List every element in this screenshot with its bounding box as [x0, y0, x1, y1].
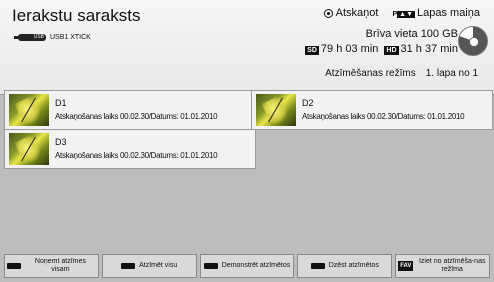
- file-meta: Atskaņošanas laiks 00.02.30/Datums: 01.0…: [302, 112, 465, 121]
- fav-key-icon: FAV: [398, 261, 414, 271]
- delete-marked-button[interactable]: Dzēst atzīmētos: [297, 254, 393, 278]
- green-key-icon: [121, 263, 136, 269]
- red-key-icon: [7, 263, 21, 269]
- show-marked-button[interactable]: Demonstrēt atzīmētos: [199, 254, 295, 278]
- blue-key-icon: [310, 263, 325, 269]
- device-indicator: USB USB1 XTICK: [14, 34, 91, 41]
- hd-time: HD 31 h 37 min: [384, 43, 458, 55]
- sd-badge: SD: [305, 46, 319, 55]
- action-bar: Noņemt atzīmes visam Atzīmēt visu Demons…: [4, 254, 490, 278]
- page-indicator: 1. lapa no 1: [425, 68, 478, 79]
- file-name: D2: [302, 98, 314, 108]
- page-title: Ierakstu saraksts: [12, 6, 141, 25]
- file-meta: Atskaņošanas laiks 00.02.30/Datums: 01.0…: [55, 151, 218, 160]
- thumbnail-icon: [9, 94, 49, 126]
- recordings-screen: Ierakstu saraksts USB USB1 XTICK Atskaņo…: [0, 0, 494, 282]
- hd-badge: HD: [384, 46, 399, 55]
- file-name: D3: [55, 137, 67, 147]
- unmark-all-button[interactable]: Noņemt atzīmes visam: [4, 254, 99, 278]
- play-radio-icon: [323, 8, 333, 18]
- legend-page: P ▲▼ Lapas maiņa: [392, 7, 480, 19]
- page-key-icon: P ▲▼: [392, 11, 415, 18]
- key-legend: Atskaņot P ▲▼ Lapas maiņa: [323, 7, 480, 19]
- header: Ierakstu saraksts USB USB1 XTICK Atskaņo…: [0, 0, 494, 95]
- legend-play: Atskaņot: [323, 7, 378, 19]
- mode-bar: Atzīmēšanas režīms 1. lapa no 1: [325, 68, 478, 79]
- thumbnail-icon: [9, 133, 49, 165]
- yellow-key-icon: [203, 263, 218, 269]
- usb-icon: USB: [14, 34, 46, 41]
- thumbnail-icon: [256, 94, 296, 126]
- remaining-time: SD 79 h 03 min HD 31 h 37 min: [305, 43, 458, 55]
- mark-all-button[interactable]: Atzīmēt visu: [101, 254, 197, 278]
- file-name: D1: [55, 98, 67, 108]
- device-name: USB1 XTICK: [50, 34, 91, 41]
- file-item[interactable]: D2 Atskaņošanas laiks 00.02.30/Datums: 0…: [251, 90, 493, 130]
- file-item[interactable]: D1 Atskaņošanas laiks 00.02.30/Datums: 0…: [4, 90, 252, 130]
- mode-label: Atzīmēšanas režīms: [325, 68, 416, 79]
- file-meta: Atskaņošanas laiks 00.02.30/Datums: 01.0…: [55, 112, 218, 121]
- file-item[interactable]: D3 Atskaņošanas laiks 00.02.30/Datums: 0…: [4, 129, 256, 169]
- free-space: Brīva vieta 100 GB: [365, 28, 458, 40]
- exit-mark-mode-button[interactable]: FAV Iziet no atzīmēša-nas režīma: [395, 254, 490, 278]
- sd-time: SD 79 h 03 min: [305, 43, 379, 55]
- disc-usage-icon: [458, 26, 488, 56]
